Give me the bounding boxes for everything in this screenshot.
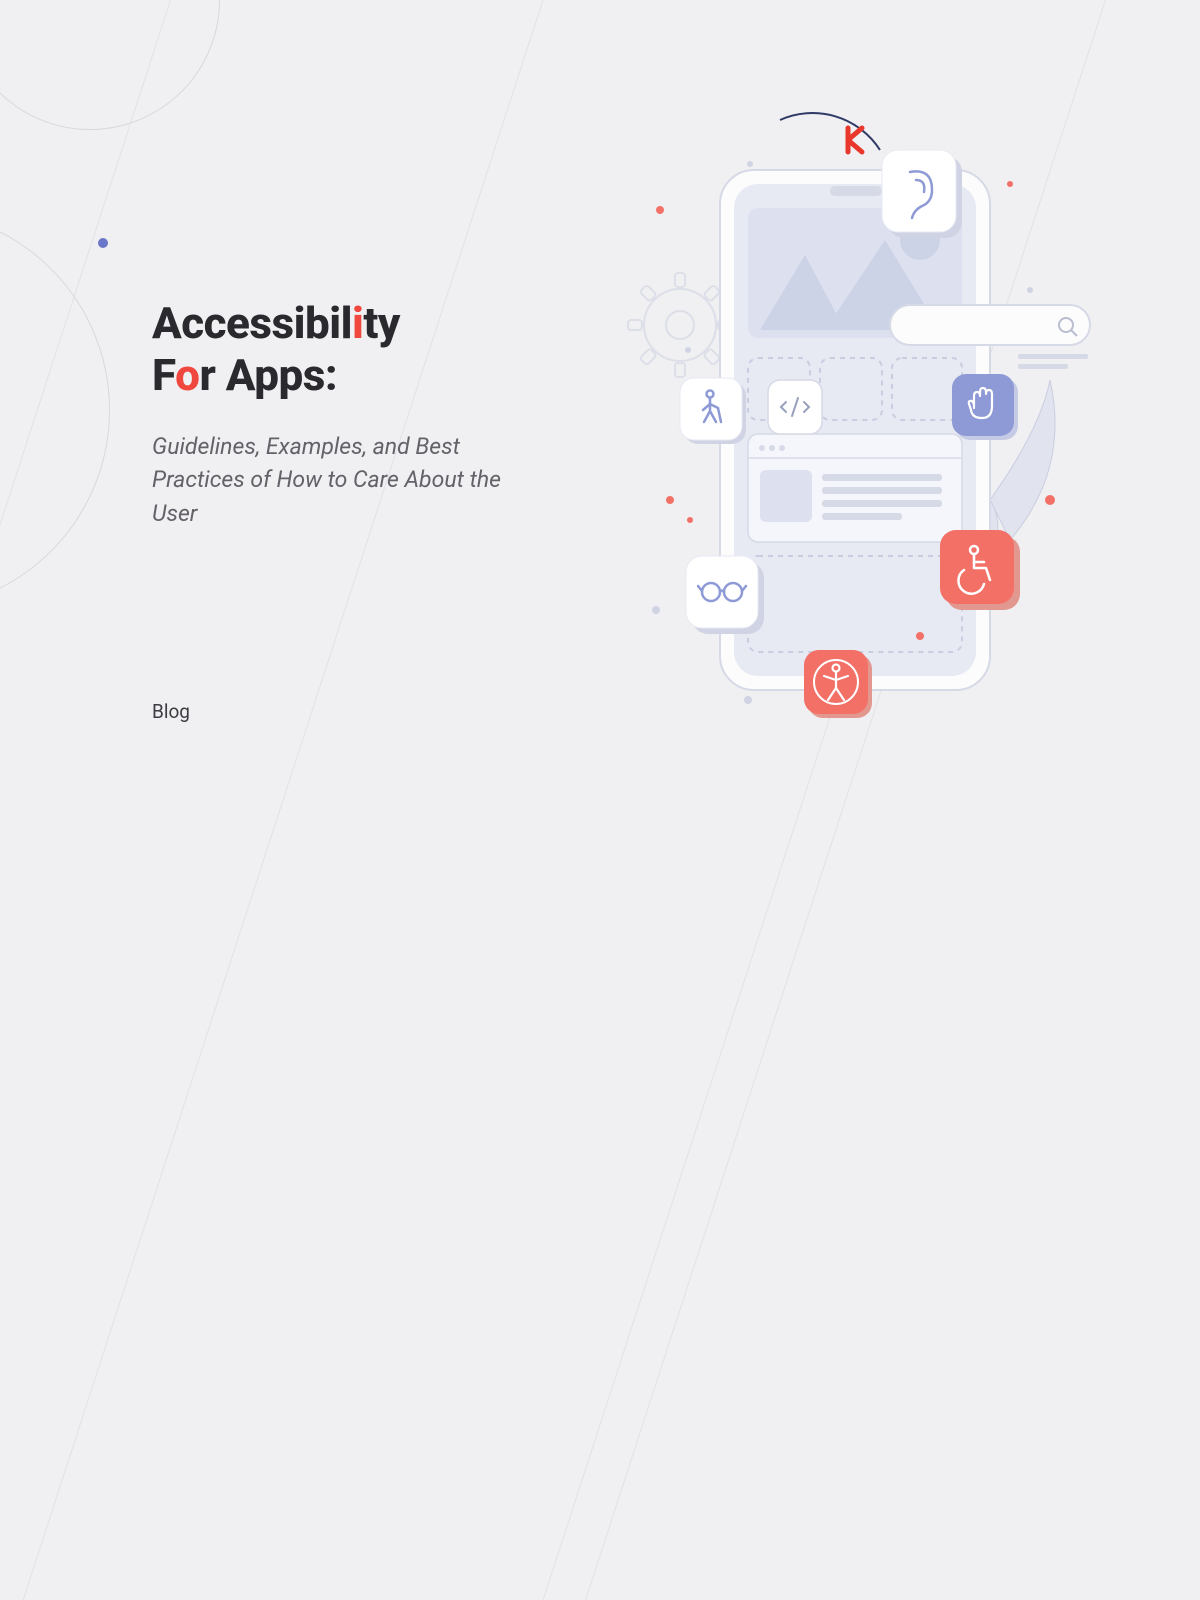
page-subtitle: Guidelines, Examples, and Best Practices… bbox=[152, 430, 532, 530]
hero-illustration bbox=[630, 100, 1150, 740]
page-title: Accessibility For Apps: bbox=[152, 298, 582, 402]
bg-line bbox=[0, 0, 301, 1502]
code-icon-card bbox=[768, 380, 822, 434]
glasses-icon-card bbox=[686, 556, 764, 634]
logo-mark bbox=[848, 128, 862, 152]
hand-icon-card bbox=[952, 374, 1018, 440]
gear-icon bbox=[628, 273, 732, 377]
ear-icon-card bbox=[882, 150, 962, 238]
bg-dot bbox=[98, 238, 108, 248]
walking-icon-card bbox=[680, 378, 746, 444]
bg-line bbox=[22, 0, 641, 1600]
bg-arc bbox=[0, 0, 220, 130]
hero-banner: Accessibility For Apps: Guidelines, Exam… bbox=[0, 0, 1200, 800]
wheelchair-icon-card bbox=[940, 530, 1020, 610]
accessibility-icon-card bbox=[804, 650, 872, 718]
category-label: Blog bbox=[152, 700, 190, 723]
bg-arc bbox=[0, 210, 110, 610]
